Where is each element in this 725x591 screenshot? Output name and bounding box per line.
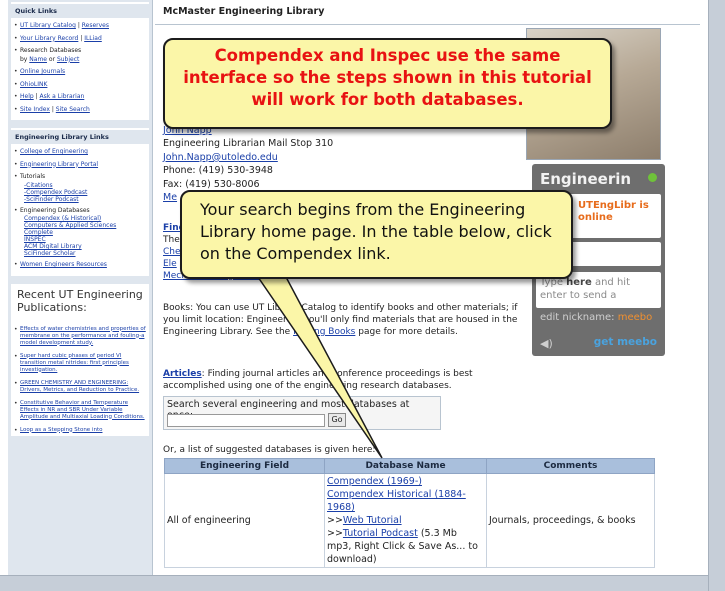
library-title: McMaster Engineering Library (163, 6, 325, 17)
quick-links-heading: Quick Links (11, 4, 149, 18)
title-divider (155, 24, 700, 25)
speaker-icon[interactable]: ◀) (540, 337, 553, 350)
recent-item[interactable]: Super hard cubic phases of period VI tra… (14, 353, 146, 374)
compendex-historical-link[interactable]: Compendex Historical (1884-1968) (327, 489, 466, 513)
quick-link-site-index[interactable]: Site Index | Site Search (14, 106, 146, 115)
table-header-row: Engineering Field Database Name Comments (164, 458, 655, 474)
engineering-links-box: Engineering Library Links College of Eng… (11, 128, 149, 276)
librarian-email-link[interactable]: John.Napp@utoledo.edu (163, 152, 278, 163)
db-computers-applied[interactable]: Computers & Applied Sciences (20, 222, 146, 229)
tutorial-citations[interactable]: -Citations (20, 182, 146, 189)
articles-paragraph: Articles: Finding journal articles and c… (163, 369, 473, 391)
search-go-button[interactable]: Go (328, 413, 346, 427)
eng-databases: Engineering Databases Compendex (& Histo… (14, 207, 146, 258)
quick-link-ohiolink[interactable]: OhioLINK (14, 81, 146, 90)
callout-search-begins: Your search begins from the Engineering … (180, 190, 573, 279)
web-tutorial-link[interactable]: Web Tutorial (343, 515, 402, 526)
db-compendex[interactable]: Compendex (& Historical) (20, 215, 146, 222)
db-acm[interactable]: ACM Digital Library (20, 243, 146, 250)
librarian-title: Engineering Librarian Mail Stop 310 (163, 138, 334, 150)
electrical-partial-link[interactable]: Ele (163, 259, 177, 269)
left-sidebar: Quick Links UT Library Catalog | Reserve… (8, 0, 153, 591)
table-row: All of engineering Compendex (1969-) Com… (164, 473, 655, 568)
eng-link-college[interactable]: College of Engineering (14, 148, 146, 157)
search-input[interactable] (167, 414, 325, 427)
eng-link-portal[interactable]: Engineering Library Portal (14, 161, 146, 170)
recent-item[interactable]: Effects of water chemistries and propert… (14, 326, 146, 347)
chemical-partial-link[interactable]: Che (163, 247, 181, 257)
cell-field: All of engineering (164, 473, 325, 568)
recent-publications-title: Recent UT Engineering Publications: (11, 283, 149, 318)
tutorial-compendex-podcast[interactable]: -Compendex Podcast (20, 189, 146, 196)
books-paragraph: Books: You can use UT Library Catalog to… (163, 303, 518, 337)
quick-link-catalog[interactable]: UT Library Catalog | Reserves (14, 22, 146, 31)
eng-link-women[interactable]: Women Engineers Resources (14, 261, 146, 270)
list-intro: Or, a list of suggested databases is giv… (163, 445, 376, 455)
finding-books-link[interactable]: Finding Books (293, 327, 355, 337)
header-database: Database Name (324, 458, 487, 474)
callout-interface-note: Compendex and Inspec use the same interf… (163, 38, 612, 129)
recent-item[interactable]: Loop as a Stepping Stone into (14, 427, 146, 434)
horizontal-scrollbar[interactable] (0, 575, 708, 591)
compendex-link[interactable]: Compendex (1969-) (327, 476, 422, 487)
header-comments: Comments (486, 458, 655, 474)
meebo-brand-link[interactable]: get meebo (594, 336, 657, 348)
db-scifinder[interactable]: SciFinder Scholar (20, 250, 146, 257)
quick-link-help[interactable]: Help | Ask a Librarian (14, 93, 146, 102)
partial-link[interactable]: Me (163, 192, 177, 203)
recent-item[interactable]: Constitutive Behavior and Temperature Ef… (14, 400, 146, 421)
database-table: Engineering Field Database Name Comments… (164, 458, 655, 568)
quick-link-record[interactable]: Your Library Record | ILLiad (14, 35, 146, 44)
recent-publications-list: Effects of water chemistries and propert… (11, 317, 149, 436)
eng-tutorials: Tutorials -Citations -Compendex Podcast … (14, 173, 146, 203)
vertical-scrollbar[interactable] (708, 0, 725, 591)
engineering-links-heading: Engineering Library Links (11, 130, 149, 144)
online-status-icon (648, 173, 657, 182)
quick-links-box: Quick Links UT Library Catalog | Reserve… (11, 2, 149, 120)
db-inspec[interactable]: INSPEC (20, 236, 146, 243)
articles-link[interactable]: Articles (163, 369, 202, 379)
meebo-edit-nickname[interactable]: edit nickname: meebo (536, 312, 661, 328)
quick-link-journals[interactable]: Online Journals (14, 68, 146, 77)
federated-search-box: Search several engineering and most data… (163, 396, 441, 430)
recent-item[interactable]: GREEN CHEMISTRY AND ENGINEERING: Drivers… (14, 380, 146, 394)
tutorial-scifinder-podcast[interactable]: -SciFinder Podcast (20, 196, 146, 203)
cell-comments: Journals, proceedings, & books (486, 473, 655, 568)
tutorial-podcast-link[interactable]: Tutorial Podcast (343, 528, 418, 539)
db-complete[interactable]: Complete (20, 229, 146, 236)
cell-databases: Compendex (1969-) Compendex Historical (… (324, 473, 487, 568)
header-field: Engineering Field (164, 458, 325, 474)
librarian-phone: Phone: (419) 530-3948 (163, 165, 273, 177)
meebo-title: Engineerin (540, 170, 632, 188)
quick-link-research-db[interactable]: Research Databases by Name or Subject (14, 47, 146, 64)
